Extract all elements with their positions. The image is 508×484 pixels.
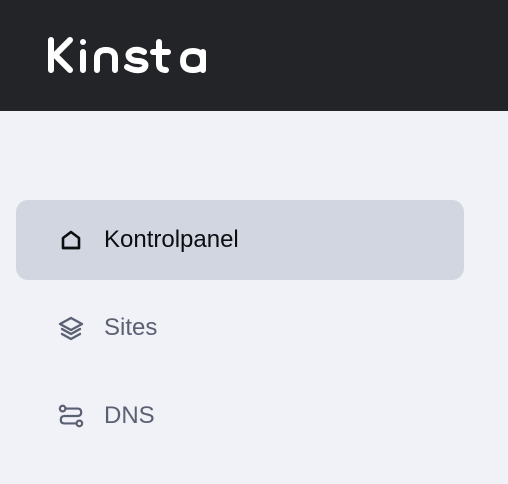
layers-icon: [58, 315, 84, 341]
home-icon: [58, 227, 84, 253]
sidebar-item-sites[interactable]: Sites: [16, 288, 464, 368]
sidebar-item-dns[interactable]: DNS: [16, 376, 464, 456]
kinsta-logo[interactable]: [47, 36, 217, 74]
dns-route-icon: [58, 403, 84, 429]
sidebar-item-label: Kontrolpanel: [104, 226, 239, 253]
sidebar-item-kontrolpanel[interactable]: Kontrolpanel: [16, 200, 464, 280]
sidebar-item-label: DNS: [104, 402, 155, 429]
top-header: [0, 0, 508, 111]
sidebar-item-label: Sites: [104, 314, 158, 341]
sidebar-nav: Kontrolpanel Sites DNS: [16, 200, 464, 464]
